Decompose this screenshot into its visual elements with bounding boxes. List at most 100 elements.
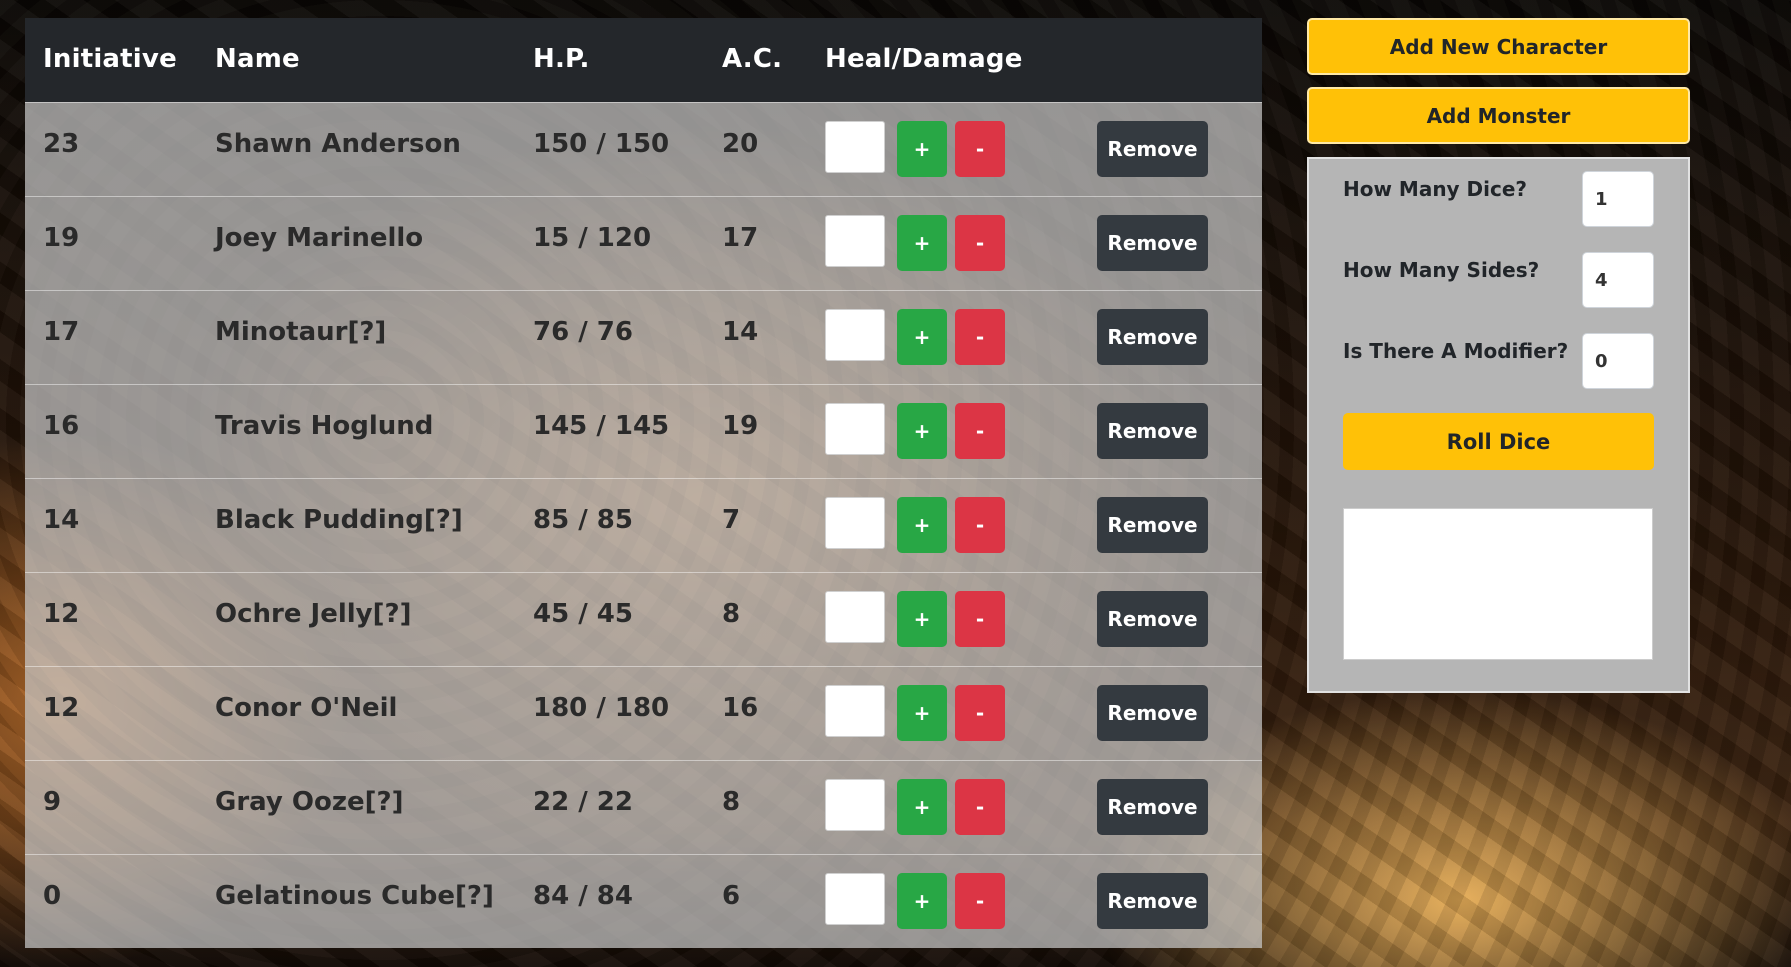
heal-button[interactable]: + <box>897 591 947 647</box>
remove-button[interactable]: Remove <box>1097 403 1208 459</box>
table-body: 23 Shawn Anderson 150 / 150 20 + - Remov… <box>25 102 1262 948</box>
table-row: 12 Conor O'Neil 180 / 180 16 + - Remove <box>25 666 1262 761</box>
table-row: 17 Minotaur[?] 76 / 76 14 + - Remove <box>25 290 1262 385</box>
add-monster-button[interactable]: Add Monster <box>1307 87 1690 144</box>
table-row: 14 Black Pudding[?] 85 / 85 7 + - Remove <box>25 478 1262 573</box>
hp-cell: 76 / 76 <box>533 317 633 347</box>
hp-cell: 45 / 45 <box>533 599 633 629</box>
dice-sides-label: How Many Sides? <box>1343 258 1540 282</box>
initiative-cell: 0 <box>43 881 62 911</box>
name-cell: Gray Ooze[?] <box>215 787 404 817</box>
ac-cell: 17 <box>722 223 759 253</box>
damage-button[interactable]: - <box>955 685 1005 741</box>
initiative-cell: 19 <box>43 223 80 253</box>
table-row: 19 Joey Marinello 15 / 120 17 + - Remove <box>25 196 1262 291</box>
table-row: 12 Ochre Jelly[?] 45 / 45 8 + - Remove <box>25 572 1262 667</box>
heal-damage-input[interactable] <box>825 309 885 361</box>
modifier-input[interactable]: 0 <box>1582 333 1654 389</box>
ac-cell: 19 <box>722 411 759 441</box>
ac-cell: 14 <box>722 317 759 347</box>
ac-cell: 6 <box>722 881 741 911</box>
remove-button[interactable]: Remove <box>1097 121 1208 177</box>
hp-cell: 180 / 180 <box>533 693 670 723</box>
damage-button[interactable]: - <box>955 779 1005 835</box>
name-cell: Gelatinous Cube[?] <box>215 881 494 911</box>
initiative-cell: 14 <box>43 505 80 535</box>
hp-cell: 145 / 145 <box>533 411 670 441</box>
heal-damage-input[interactable] <box>825 121 885 173</box>
remove-button[interactable]: Remove <box>1097 215 1208 271</box>
name-cell: Ochre Jelly[?] <box>215 599 412 629</box>
name-cell: Travis Hoglund <box>215 411 434 441</box>
header-heal-damage: Heal/Damage <box>825 44 1023 74</box>
remove-button[interactable]: Remove <box>1097 779 1208 835</box>
roll-result-output <box>1343 508 1653 660</box>
initiative-cell: 17 <box>43 317 80 347</box>
damage-button[interactable]: - <box>955 215 1005 271</box>
ac-cell: 8 <box>722 599 741 629</box>
name-cell: Minotaur[?] <box>215 317 387 347</box>
dice-count-input[interactable]: 1 <box>1582 171 1654 227</box>
ac-cell: 8 <box>722 787 741 817</box>
header-hp: H.P. <box>533 44 590 74</box>
table-row: 23 Shawn Anderson 150 / 150 20 + - Remov… <box>25 102 1262 197</box>
table-header: Initiative Name H.P. A.C. Heal/Damage <box>25 18 1262 102</box>
initiative-cell: 16 <box>43 411 80 441</box>
initiative-cell: 23 <box>43 129 80 159</box>
remove-button[interactable]: Remove <box>1097 309 1208 365</box>
initiative-table: Initiative Name H.P. A.C. Heal/Damage 23… <box>25 18 1262 948</box>
damage-button[interactable]: - <box>955 403 1005 459</box>
hp-cell: 84 / 84 <box>533 881 633 911</box>
roll-dice-button[interactable]: Roll Dice <box>1343 413 1654 470</box>
ac-cell: 20 <box>722 129 759 159</box>
modifier-label: Is There A Modifier? <box>1343 339 1569 363</box>
damage-button[interactable]: - <box>955 121 1005 177</box>
remove-button[interactable]: Remove <box>1097 591 1208 647</box>
remove-button[interactable]: Remove <box>1097 685 1208 741</box>
heal-damage-input[interactable] <box>825 873 885 925</box>
initiative-cell: 9 <box>43 787 62 817</box>
hp-cell: 15 / 120 <box>533 223 652 253</box>
header-ac: A.C. <box>722 44 783 74</box>
hp-cell: 85 / 85 <box>533 505 633 535</box>
heal-damage-input[interactable] <box>825 685 885 737</box>
name-cell: Shawn Anderson <box>215 129 461 159</box>
heal-button[interactable]: + <box>897 685 947 741</box>
heal-button[interactable]: + <box>897 121 947 177</box>
header-initiative: Initiative <box>43 44 177 74</box>
initiative-cell: 12 <box>43 693 80 723</box>
heal-button[interactable]: + <box>897 779 947 835</box>
heal-damage-input[interactable] <box>825 215 885 267</box>
hp-cell: 150 / 150 <box>533 129 670 159</box>
heal-button[interactable]: + <box>897 873 947 929</box>
heal-damage-input[interactable] <box>825 591 885 643</box>
dice-roller-panel: How Many Dice? 1 How Many Sides? 4 Is Th… <box>1307 157 1690 693</box>
initiative-cell: 12 <box>43 599 80 629</box>
ac-cell: 7 <box>722 505 741 535</box>
remove-button[interactable]: Remove <box>1097 873 1208 929</box>
heal-damage-input[interactable] <box>825 779 885 831</box>
damage-button[interactable]: - <box>955 591 1005 647</box>
heal-damage-input[interactable] <box>825 497 885 549</box>
name-cell: Black Pudding[?] <box>215 505 463 535</box>
remove-button[interactable]: Remove <box>1097 497 1208 553</box>
damage-button[interactable]: - <box>955 873 1005 929</box>
table-row: 0 Gelatinous Cube[?] 84 / 84 6 + - Remov… <box>25 854 1262 949</box>
heal-button[interactable]: + <box>897 215 947 271</box>
header-name: Name <box>215 44 300 74</box>
dice-sides-input[interactable]: 4 <box>1582 252 1654 308</box>
heal-button[interactable]: + <box>897 309 947 365</box>
ac-cell: 16 <box>722 693 759 723</box>
add-new-character-button[interactable]: Add New Character <box>1307 18 1690 75</box>
heal-button[interactable]: + <box>897 403 947 459</box>
name-cell: Conor O'Neil <box>215 693 398 723</box>
hp-cell: 22 / 22 <box>533 787 633 817</box>
damage-button[interactable]: - <box>955 497 1005 553</box>
heal-button[interactable]: + <box>897 497 947 553</box>
table-row: 16 Travis Hoglund 145 / 145 19 + - Remov… <box>25 384 1262 479</box>
dice-count-label: How Many Dice? <box>1343 177 1528 201</box>
table-row: 9 Gray Ooze[?] 22 / 22 8 + - Remove <box>25 760 1262 855</box>
damage-button[interactable]: - <box>955 309 1005 365</box>
heal-damage-input[interactable] <box>825 403 885 455</box>
name-cell: Joey Marinello <box>215 223 424 253</box>
